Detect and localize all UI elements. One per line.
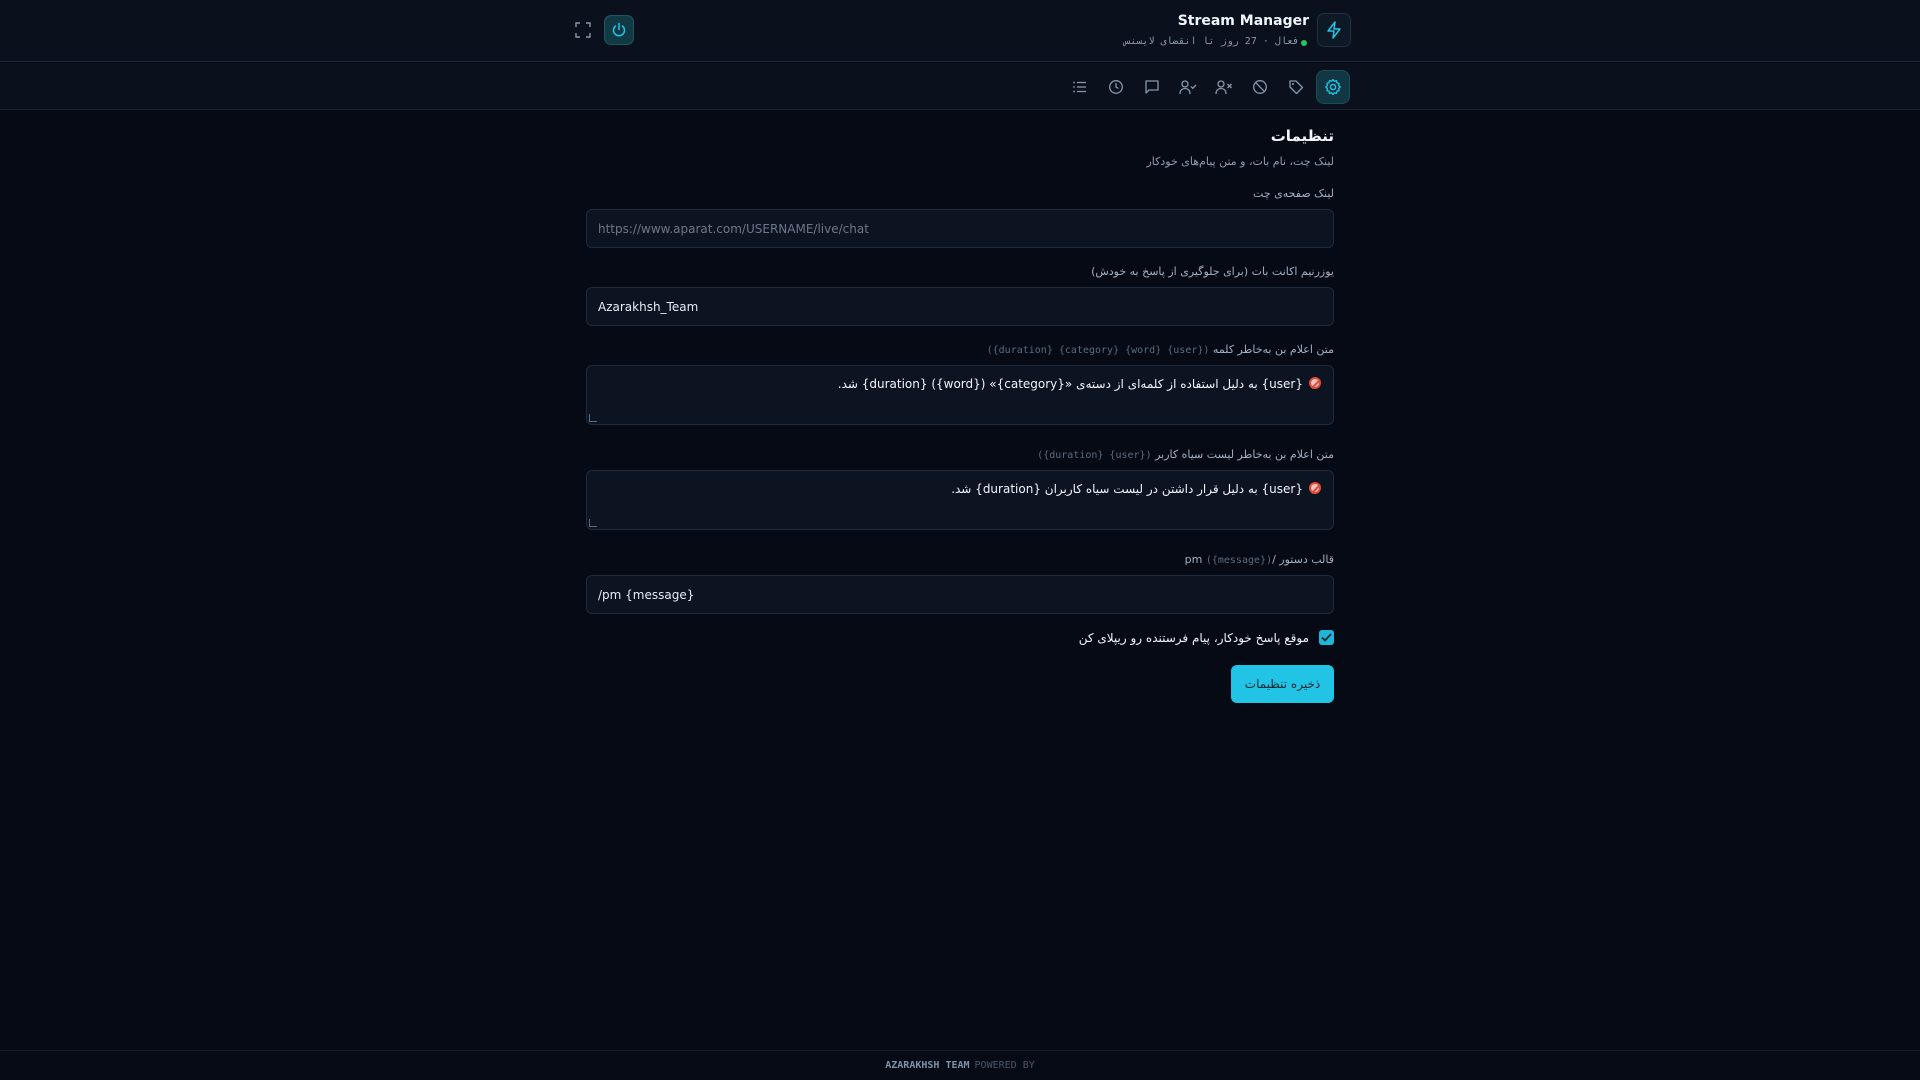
ban-blacklist-message-value: {user} به دلیل قرار داشتن در لیست سیاه ک… (951, 482, 1303, 496)
save-settings-button[interactable]: ذخیره تنظیمات (1231, 665, 1334, 703)
page-subtitle: لینک چت، نام بات، و متن پیام‌های خودکار (1146, 155, 1335, 168)
pm-template-input[interactable]: /pm {message} (586, 575, 1334, 614)
tab-messages[interactable] (1135, 70, 1169, 104)
clock-icon (1109, 80, 1123, 94)
reply-checkbox-label: موقع پاسخ خودکار، پیام فرستنده رو ریپلای… (1078, 630, 1309, 645)
user-check-icon (1179, 80, 1197, 95)
tab-history[interactable] (1099, 70, 1133, 104)
footer-team: AZARAKHSH TEAM (885, 1060, 970, 1071)
chat-link-placeholder: https://www.aparat.com/USERNAME/live/cha… (598, 221, 869, 236)
ban-word-message-value: {user} به دلیل استفاده از کلمه‌ای از دست… (837, 377, 1303, 391)
tab-settings[interactable] (1316, 70, 1350, 104)
ban-blacklist-message-textarea[interactable]: {user} به دلیل قرار داشتن در لیست سیاه ک… (586, 470, 1334, 530)
tab-logs[interactable] (1063, 70, 1097, 104)
ban-blacklist-message-label: متن اعلام بن به‌خاطر لیست سیاه کاربر ({u… (1037, 448, 1334, 461)
pm-template-label-text: قالب دستور / (1272, 553, 1334, 566)
footer: AZARAKHSH TEAM POWERED BY (0, 1050, 1920, 1080)
pm-template-label: قالب دستور /({message}) pm (1185, 553, 1334, 566)
tag-icon (1289, 80, 1304, 95)
ban-word-message-label-text: متن اعلام بن به‌خاطر کلمه (1212, 343, 1334, 356)
ban-blacklist-message-label-text: متن اعلام بن به‌خاطر لیست سیاه کاربر (1155, 448, 1334, 461)
status-indicator-dot (1301, 40, 1307, 46)
footer-powered-by: POWERED BY (974, 1060, 1035, 1071)
pm-template-value: /pm {message} (598, 587, 695, 602)
check-icon (1321, 633, 1332, 642)
bot-username-input[interactable]: Azarakhsh_Team (586, 287, 1334, 326)
bot-username-label: یوزرنیم اکانت بات (برای جلوگیری از پاسخ … (1091, 265, 1334, 278)
lightning-icon (1317, 13, 1351, 47)
resize-handle[interactable] (589, 414, 597, 422)
settings-icon (1325, 78, 1341, 96)
fullscreen-icon (575, 22, 591, 38)
bot-username-value: Azarakhsh_Team (598, 299, 699, 314)
pm-template-hint: ({message}) (1205, 555, 1273, 566)
prohibited-icon (1309, 482, 1321, 494)
reply-checkbox[interactable] (1319, 630, 1334, 645)
tab-blacklist[interactable] (1207, 70, 1241, 104)
ban-word-message-label: متن اعلام بن به‌خاطر کلمه ({user} {word}… (987, 343, 1334, 356)
user-x-icon (1215, 80, 1232, 95)
prohibited-icon (1309, 377, 1321, 389)
top-bar: Stream Manager فعال · 27 روز تا انقضای ل… (0, 0, 1920, 62)
license-status: فعال · 27 روز تا انقضای لایسنس (1124, 36, 1299, 47)
tab-banned-words[interactable] (1243, 70, 1277, 104)
power-icon (612, 22, 626, 37)
page-title: تنظیمات (1270, 127, 1334, 145)
message-square-icon (1145, 80, 1159, 94)
chat-link-input[interactable]: https://www.aparat.com/USERNAME/live/cha… (586, 209, 1334, 248)
tab-whitelist[interactable] (1171, 70, 1205, 104)
pm-template-label-suffix: pm (1184, 553, 1203, 566)
resize-handle[interactable] (589, 519, 597, 527)
reply-checkbox-row[interactable]: موقع پاسخ خودکار، پیام فرستنده رو ریپلای… (1079, 630, 1334, 645)
ban-blacklist-message-hint: ({user} {duration}) (1037, 450, 1152, 461)
ban-icon (1253, 80, 1267, 94)
power-button[interactable] (604, 15, 634, 45)
tab-tags[interactable] (1279, 70, 1313, 104)
list-icon (1073, 81, 1086, 93)
fullscreen-button[interactable] (573, 20, 593, 40)
chat-link-label: لینک صفحه‌ی چت (1253, 187, 1334, 200)
app-title: Stream Manager (1177, 13, 1309, 29)
nav-toolbar (0, 63, 1920, 110)
ban-word-message-hint: ({user} {word} {category} {duration}) (986, 345, 1210, 356)
ban-word-message-textarea[interactable]: {user} به دلیل استفاده از کلمه‌ای از دست… (586, 365, 1334, 425)
